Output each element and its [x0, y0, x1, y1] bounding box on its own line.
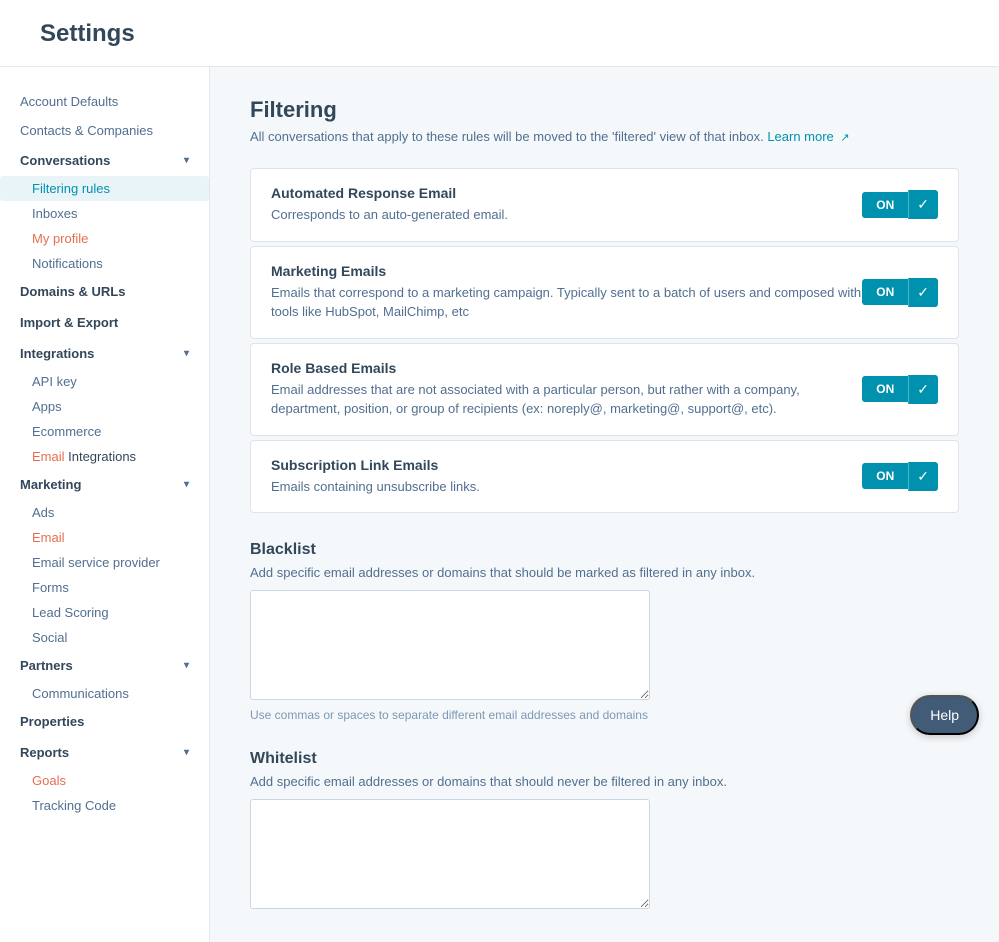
toggle-check-button[interactable]: ✓: [908, 278, 938, 307]
toggle-on-button[interactable]: ON: [862, 279, 908, 305]
filter-card-info: Subscription Link Emails Emails containi…: [271, 457, 862, 497]
filter-card-desc: Emails that correspond to a marketing ca…: [271, 283, 862, 322]
page-title: Filtering: [250, 97, 959, 123]
sidebar-item-email[interactable]: Email: [0, 525, 209, 550]
sidebar-item-inboxes[interactable]: Inboxes: [0, 201, 209, 226]
sidebar: Account Defaults Contacts & Companies Co…: [0, 67, 210, 942]
blacklist-textarea[interactable]: [250, 590, 650, 700]
sidebar-item-goals[interactable]: Goals: [0, 768, 209, 793]
toggle-subscription-link-emails: ON ✓: [862, 462, 938, 491]
external-link-icon: ↗: [840, 132, 849, 144]
filter-cards-container: Automated Response Email Corresponds to …: [250, 168, 959, 513]
sidebar-item-lead-scoring[interactable]: Lead Scoring: [0, 600, 209, 625]
whitelist-textarea[interactable]: [250, 799, 650, 909]
filter-card-title: Automated Response Email: [271, 185, 862, 201]
sidebar-section-import-export[interactable]: Import & Export: [0, 307, 209, 338]
blacklist-section: Blacklist Add specific email addresses o…: [250, 541, 959, 722]
filter-card-desc: Email addresses that are not associated …: [271, 380, 862, 419]
sidebar-item-my-profile[interactable]: My profile: [0, 226, 209, 251]
filter-card-subscription-link-emails: Subscription Link Emails Emails containi…: [250, 440, 959, 514]
sidebar-section-integrations[interactable]: Integrations ▾: [0, 338, 209, 369]
filter-card-info: Automated Response Email Corresponds to …: [271, 185, 862, 225]
page-header-title: Settings: [40, 20, 959, 48]
toggle-on-button[interactable]: ON: [862, 376, 908, 402]
whitelist-section: Whitelist Add specific email addresses o…: [250, 750, 959, 912]
filter-card-info: Marketing Emails Emails that correspond …: [271, 263, 862, 322]
sidebar-item-contacts-companies[interactable]: Contacts & Companies: [0, 116, 209, 145]
sidebar-item-communications[interactable]: Communications: [0, 681, 209, 706]
sidebar-item-social[interactable]: Social: [0, 625, 209, 650]
chevron-down-icon: ▾: [184, 155, 189, 166]
toggle-role-based-emails: ON ✓: [862, 375, 938, 404]
filter-card-info: Role Based Emails Email addresses that a…: [271, 360, 862, 419]
sidebar-item-apps[interactable]: Apps: [0, 394, 209, 419]
whitelist-title: Whitelist: [250, 750, 959, 768]
filter-card-automated-response: Automated Response Email Corresponds to …: [250, 168, 959, 242]
filter-card-title: Role Based Emails: [271, 360, 862, 376]
toggle-on-button[interactable]: ON: [862, 192, 908, 218]
sidebar-section-domains-urls[interactable]: Domains & URLs: [0, 276, 209, 307]
sidebar-section-conversations[interactable]: Conversations ▾: [0, 145, 209, 176]
toggle-marketing-emails: ON ✓: [862, 278, 938, 307]
chevron-down-icon: ▾: [184, 348, 189, 359]
filter-card-marketing-emails: Marketing Emails Emails that correspond …: [250, 246, 959, 339]
sidebar-item-api-key[interactable]: API key: [0, 369, 209, 394]
page-subtitle: All conversations that apply to these ru…: [250, 129, 959, 144]
sidebar-section-partners[interactable]: Partners ▾: [0, 650, 209, 681]
whitelist-desc: Add specific email addresses or domains …: [250, 774, 959, 789]
sidebar-section-marketing[interactable]: Marketing ▾: [0, 469, 209, 500]
sidebar-item-forms[interactable]: Forms: [0, 575, 209, 600]
sidebar-item-ecommerce[interactable]: Ecommerce: [0, 419, 209, 444]
chevron-down-icon: ▾: [184, 479, 189, 490]
filter-card-title: Subscription Link Emails: [271, 457, 862, 473]
toggle-check-button[interactable]: ✓: [908, 375, 938, 404]
layout: Account Defaults Contacts & Companies Co…: [0, 67, 999, 942]
filter-card-desc: Emails containing unsubscribe links.: [271, 477, 862, 497]
filter-card-desc: Corresponds to an auto-generated email.: [271, 205, 862, 225]
sidebar-item-filtering-rules[interactable]: Filtering rules: [0, 176, 209, 201]
learn-more-link[interactable]: Learn more ↗: [767, 129, 849, 144]
sidebar-item-email-integrations[interactable]: Email Integrations: [0, 444, 209, 469]
blacklist-title: Blacklist: [250, 541, 959, 559]
chevron-down-icon: ▾: [184, 660, 189, 671]
sidebar-item-email-service-provider[interactable]: Email service provider: [0, 550, 209, 575]
sidebar-item-tracking-code[interactable]: Tracking Code: [0, 793, 209, 818]
sidebar-section-properties[interactable]: Properties: [0, 706, 209, 737]
toggle-on-button[interactable]: ON: [862, 463, 908, 489]
filter-card-role-based-emails: Role Based Emails Email addresses that a…: [250, 343, 959, 436]
toggle-check-button[interactable]: ✓: [908, 190, 938, 219]
chevron-down-icon: ▾: [184, 747, 189, 758]
blacklist-helper: Use commas or spaces to separate differe…: [250, 708, 959, 722]
help-button[interactable]: Help: [910, 695, 979, 735]
toggle-check-button[interactable]: ✓: [908, 462, 938, 491]
main-content: Filtering All conversations that apply t…: [210, 67, 999, 942]
filter-card-title: Marketing Emails: [271, 263, 862, 279]
sidebar-item-notifications[interactable]: Notifications: [0, 251, 209, 276]
header: Settings: [0, 0, 999, 67]
sidebar-item-ads[interactable]: Ads: [0, 500, 209, 525]
sidebar-item-account-defaults[interactable]: Account Defaults: [0, 87, 209, 116]
toggle-automated-response: ON ✓: [862, 190, 938, 219]
blacklist-desc: Add specific email addresses or domains …: [250, 565, 959, 580]
sidebar-section-reports[interactable]: Reports ▾: [0, 737, 209, 768]
